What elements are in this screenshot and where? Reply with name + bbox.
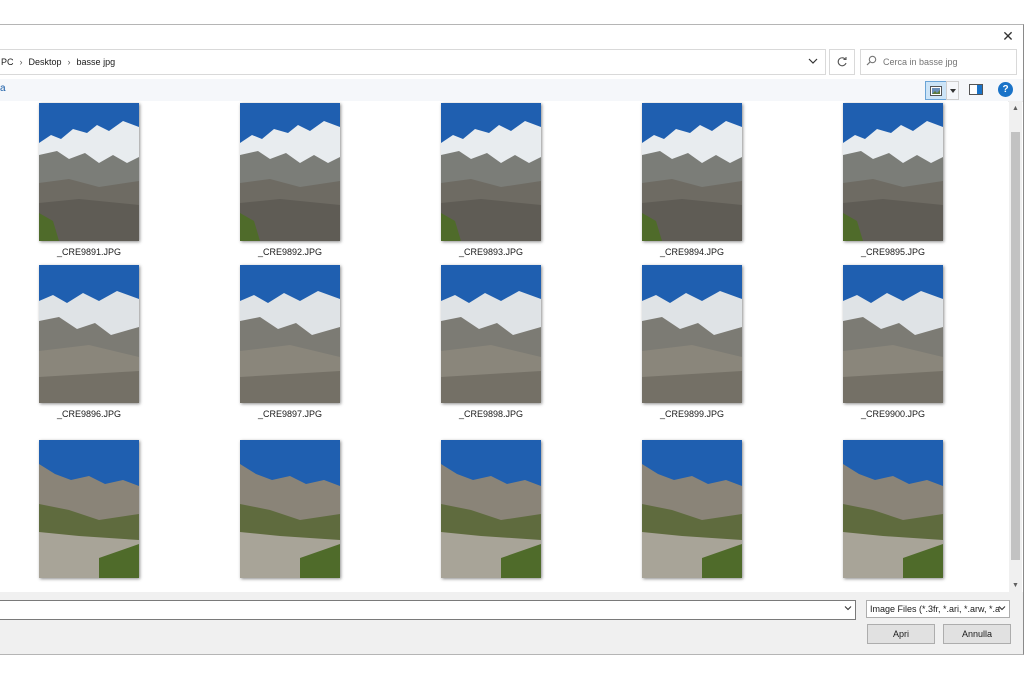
image-thumbnail xyxy=(441,440,541,578)
caret-down-icon xyxy=(949,88,956,93)
file-tile[interactable]: _CRE9899.JPG xyxy=(637,265,747,419)
file-name-label: _CRE9893.JPG xyxy=(458,247,524,257)
file-type-value: Image Files (*.3fr, *.ari, *.arw, *.a xyxy=(870,604,1001,614)
chevron-right-icon[interactable]: › xyxy=(16,57,27,67)
image-thumbnail xyxy=(240,265,340,403)
file-tile[interactable] xyxy=(838,440,948,584)
file-tile[interactable]: _CRE9900.JPG xyxy=(838,265,948,419)
file-name-label: _CRE9891.JPG xyxy=(56,247,122,257)
image-thumbnail xyxy=(843,265,943,403)
search-input[interactable] xyxy=(881,56,1010,68)
file-name-label: _CRE9897.JPG xyxy=(257,409,323,419)
refresh-button[interactable] xyxy=(829,49,855,75)
file-name-label: _CRE9898.JPG xyxy=(458,409,524,419)
file-type-select[interactable]: Image Files (*.3fr, *.ari, *.arw, *.a xyxy=(866,600,1010,618)
image-thumbnail xyxy=(642,265,742,403)
file-tile[interactable] xyxy=(34,440,144,584)
file-grid: _CRE9891.JPG _CRE9892.JPG _CRE9893.JPG _… xyxy=(0,101,1008,592)
image-thumbnail xyxy=(39,265,139,403)
scroll-up-icon[interactable]: ▲ xyxy=(1009,101,1022,115)
file-name-label: _CRE9894.JPG xyxy=(659,247,725,257)
breadcrumb-current-folder[interactable]: basse jpg xyxy=(75,50,118,74)
file-tile[interactable]: _CRE9895.JPG xyxy=(838,103,948,257)
file-name-label: _CRE9895.JPG xyxy=(860,247,926,257)
open-file-dialog: ✕ PC › Desktop › basse jpg a xyxy=(0,24,1024,655)
vertical-scrollbar[interactable]: ▲ ▼ xyxy=(1009,101,1022,592)
image-thumbnail xyxy=(843,103,943,241)
file-tile[interactable] xyxy=(637,440,747,584)
preview-pane-icon xyxy=(969,83,983,95)
breadcrumb-desktop[interactable]: Desktop xyxy=(27,50,64,74)
file-tile[interactable]: _CRE9898.JPG xyxy=(436,265,546,419)
view-options-dropdown[interactable] xyxy=(946,81,959,100)
file-tile[interactable]: _CRE9896.JPG xyxy=(34,265,144,419)
address-row: PC › Desktop › basse jpg xyxy=(0,49,1023,75)
title-bar: ✕ xyxy=(0,25,1023,47)
search-icon xyxy=(861,55,881,69)
file-tile[interactable]: _CRE9892.JPG xyxy=(235,103,345,257)
help-icon: ? xyxy=(1002,84,1009,95)
chevron-right-icon[interactable]: › xyxy=(64,57,75,67)
scroll-down-icon[interactable]: ▼ xyxy=(1009,578,1022,592)
file-name-label: _CRE9899.JPG xyxy=(659,409,725,419)
image-thumbnail xyxy=(642,440,742,578)
cancel-button[interactable]: Annulla xyxy=(943,624,1011,644)
file-tile[interactable]: _CRE9897.JPG xyxy=(235,265,345,419)
filename-combobox[interactable] xyxy=(0,600,856,620)
breadcrumb-pc[interactable]: PC xyxy=(0,50,16,74)
file-tile[interactable]: _CRE9893.JPG xyxy=(436,103,546,257)
image-thumbnail xyxy=(240,440,340,578)
image-thumbnail xyxy=(843,440,943,578)
address-history-dropdown[interactable] xyxy=(807,55,819,67)
chevron-down-icon[interactable] xyxy=(844,604,852,614)
dialog-footer: Image Files (*.3fr, *.ari, *.arw, *.a Ap… xyxy=(0,592,1023,654)
file-tile[interactable] xyxy=(436,440,546,584)
refresh-icon xyxy=(837,57,847,67)
change-view-button[interactable] xyxy=(925,81,947,100)
file-tile[interactable] xyxy=(235,440,345,584)
image-thumbnail xyxy=(39,440,139,578)
file-tile[interactable]: _CRE9891.JPG xyxy=(34,103,144,257)
image-thumbnail xyxy=(441,103,541,241)
address-bar[interactable]: PC › Desktop › basse jpg xyxy=(0,49,826,75)
file-name-label: _CRE9900.JPG xyxy=(860,409,926,419)
large-icons-view-icon xyxy=(930,85,942,96)
chevron-down-icon[interactable] xyxy=(998,604,1006,614)
open-button[interactable]: Apri xyxy=(867,624,935,644)
file-tile[interactable]: _CRE9894.JPG xyxy=(637,103,747,257)
image-thumbnail xyxy=(240,103,340,241)
image-thumbnail xyxy=(642,103,742,241)
help-button[interactable]: ? xyxy=(998,82,1013,97)
file-name-label: _CRE9896.JPG xyxy=(56,409,122,419)
chevron-down-icon xyxy=(808,58,818,64)
toolbar-cut-off-label[interactable]: a xyxy=(0,83,6,94)
search-box[interactable] xyxy=(860,49,1017,75)
scrollbar-thumb[interactable] xyxy=(1011,132,1020,560)
command-toolbar: a ? xyxy=(0,79,1023,102)
image-thumbnail xyxy=(441,265,541,403)
file-name-label: _CRE9892.JPG xyxy=(257,247,323,257)
close-icon: ✕ xyxy=(1002,27,1014,44)
image-thumbnail xyxy=(39,103,139,241)
close-button[interactable]: ✕ xyxy=(999,28,1017,44)
preview-pane-button[interactable] xyxy=(969,83,983,95)
